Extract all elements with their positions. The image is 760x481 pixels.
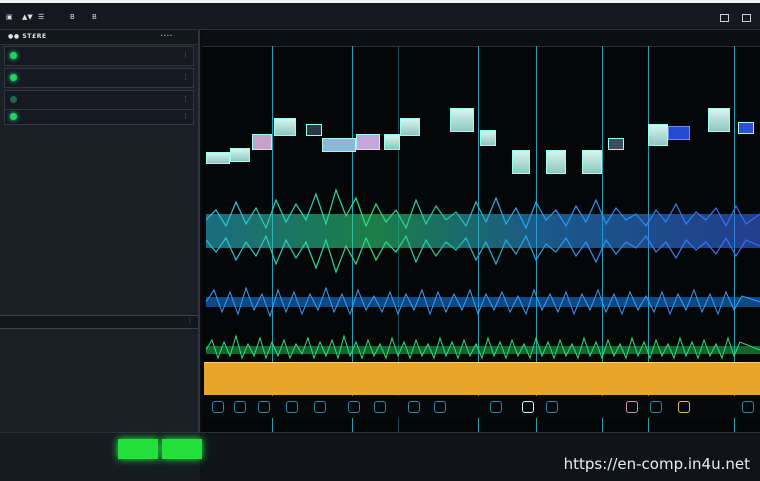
midi-note[interactable]	[400, 118, 420, 136]
audio-waveform-lane-2[interactable]	[206, 282, 760, 322]
window-menu-icon[interactable]: ▣	[6, 13, 13, 21]
minimize-button[interactable]	[720, 14, 729, 22]
track-item[interactable]: ⋮	[4, 109, 194, 125]
control-knob[interactable]	[650, 401, 662, 413]
bold-button[interactable]: B	[70, 13, 75, 21]
more-icon[interactable]: ⋮	[182, 73, 189, 81]
automation-row	[202, 396, 760, 418]
more-icon[interactable]: ⋮	[182, 95, 189, 103]
more-icon[interactable]: ⋮	[182, 51, 189, 59]
midi-note[interactable]	[648, 124, 668, 146]
track-status-icon	[10, 96, 17, 103]
record-pad[interactable]	[162, 439, 202, 459]
play-pad[interactable]	[118, 439, 158, 459]
midi-note[interactable]	[546, 150, 566, 174]
midi-note[interactable]	[512, 150, 530, 174]
control-knob[interactable]	[258, 401, 270, 413]
audio-clip-yellow[interactable]	[204, 362, 760, 395]
more-icon[interactable]: ⋮	[187, 317, 193, 324]
midi-note[interactable]	[384, 134, 400, 150]
midi-note[interactable]	[306, 124, 322, 136]
midi-note[interactable]	[450, 108, 474, 132]
midi-note[interactable]	[230, 148, 250, 162]
midi-note[interactable]	[708, 108, 730, 132]
midi-note[interactable]	[668, 126, 690, 140]
midi-note[interactable]	[582, 150, 602, 174]
sidebar-header-extra[interactable]: ∙∙∙∙	[160, 33, 173, 39]
control-knob[interactable]	[314, 401, 326, 413]
sort-icon[interactable]: ▲▼	[22, 13, 33, 21]
bookmark-button[interactable]: B	[92, 13, 97, 21]
control-knob[interactable]	[348, 401, 360, 413]
title-bar: ▣ ▲▼ ☰ B B	[0, 0, 760, 30]
midi-note[interactable]	[206, 152, 230, 164]
midi-note[interactable]	[356, 134, 380, 150]
control-knob[interactable]	[234, 401, 246, 413]
control-knob[interactable]	[286, 401, 298, 413]
timeline-ruler[interactable]	[202, 30, 760, 47]
track-item[interactable]: ⋮	[4, 90, 194, 110]
watermark-url: https://en-comp.in4u.net	[563, 455, 750, 473]
control-knob[interactable]	[546, 401, 558, 413]
maximize-button[interactable]	[742, 14, 751, 22]
control-knob[interactable]	[626, 401, 638, 413]
sidebar-header: ●● ST£RE ∙∙∙∙	[0, 30, 198, 45]
menu-icon[interactable]: ☰	[38, 13, 44, 21]
midi-note[interactable]	[274, 118, 296, 136]
midi-note[interactable]	[738, 122, 754, 134]
transport-bar: https://en-comp.in4u.net	[0, 432, 760, 481]
sidebar-title: ●● ST£RE	[8, 33, 47, 40]
more-icon[interactable]: ⋮	[182, 112, 189, 120]
control-knob[interactable]	[374, 401, 386, 413]
control-knob[interactable]	[742, 401, 754, 413]
midi-note[interactable]	[608, 138, 624, 150]
audio-waveform-main[interactable]	[206, 180, 760, 280]
control-knob[interactable]	[678, 401, 690, 413]
track-status-icon	[10, 52, 17, 59]
track-list-sidebar: ●● ST£RE ∙∙∙∙ ⋮ ⋮ ⋮ ⋮ ⋮	[0, 30, 200, 432]
control-knob[interactable]	[408, 401, 420, 413]
control-knob[interactable]	[212, 401, 224, 413]
sidebar-section-divider[interactable]: ⋮	[0, 315, 198, 329]
track-item[interactable]: ⋮	[4, 46, 194, 66]
track-status-icon	[10, 113, 17, 120]
control-knob[interactable]	[434, 401, 446, 413]
track-status-icon	[10, 74, 17, 81]
midi-note[interactable]	[252, 134, 272, 150]
midi-note[interactable]	[480, 130, 496, 146]
control-knob[interactable]	[490, 401, 502, 413]
arrangement-view[interactable]	[202, 30, 760, 432]
track-item[interactable]: ⋮	[4, 68, 194, 88]
midi-note[interactable]	[322, 138, 356, 152]
control-knob[interactable]	[522, 401, 534, 413]
audio-waveform-lane-3[interactable]	[206, 330, 760, 362]
